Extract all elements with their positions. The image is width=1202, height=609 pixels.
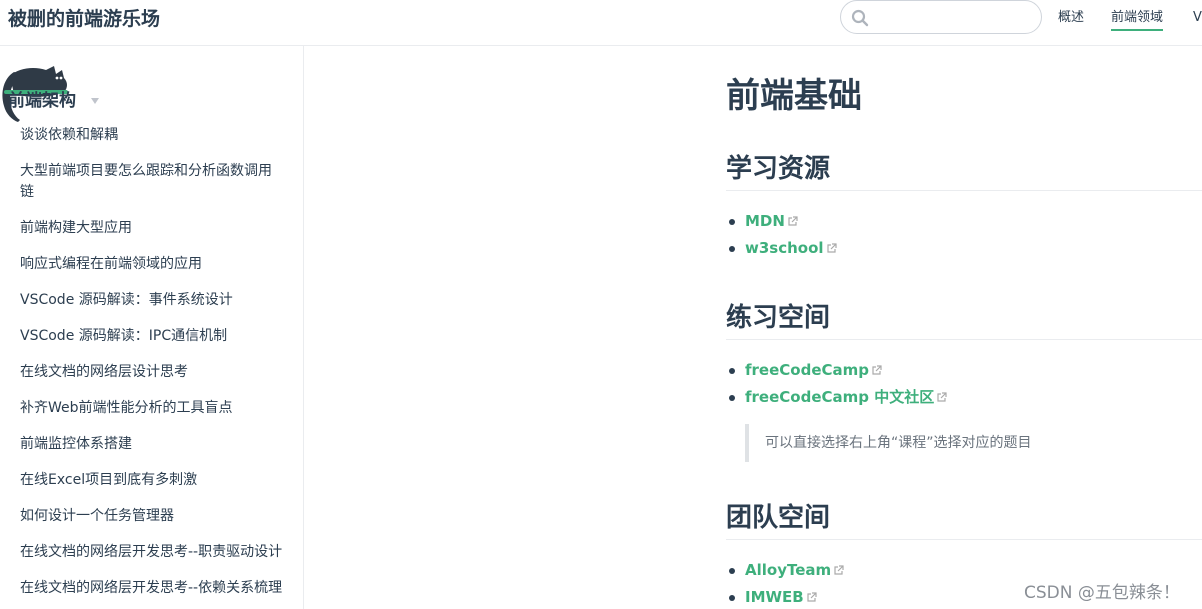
section-heading: 练习空间 xyxy=(726,301,1202,340)
sidebar-item[interactable]: 前端监控体系搭建 xyxy=(0,432,303,457)
sidebar-section-title[interactable]: 前端架构 xyxy=(8,90,76,112)
search-icon xyxy=(851,9,869,27)
tip-blockquote: 可以直接选择右上角“课程”选择对应的题目 xyxy=(745,424,1202,462)
sidebar-item[interactable]: 补齐Web前端性能分析的工具盲点 xyxy=(0,396,303,421)
external-link-icon xyxy=(788,216,798,226)
search-box[interactable] xyxy=(840,0,1042,34)
sidebar-list: 谈谈依赖和解耦 大型前端项目要怎么跟踪和分析函数调用链 前端构建大型应用 响应式… xyxy=(0,123,303,609)
sidebar-item[interactable]: 响应式编程在前端领域的应用 xyxy=(0,252,303,277)
navbar: 被删的前端游乐场 概述 前端领域 V xyxy=(0,0,1202,46)
sidebar-item[interactable]: 在线文档的网络层设计思考 xyxy=(0,360,303,385)
section-heading: 学习资源 xyxy=(726,152,1202,191)
nav-link-frontend-field[interactable]: 前端领域 xyxy=(1111,8,1164,31)
bullet xyxy=(729,219,735,225)
sidebar-item[interactable]: 谈谈依赖和解耦 xyxy=(0,123,303,148)
page-title: 前端基础 xyxy=(726,76,862,116)
bullet xyxy=(729,595,735,601)
sidebar-item[interactable]: 在线文档的网络层开发思考--依赖关系梳理 xyxy=(0,576,303,601)
external-link-icon xyxy=(872,365,882,375)
sidebar-item[interactable]: 大型前端项目要怎么跟踪和分析函数调用链 xyxy=(0,159,303,205)
external-link[interactable]: AlloyTeam xyxy=(745,561,831,579)
external-link[interactable]: w3school xyxy=(745,239,824,257)
sidebar-item[interactable]: 如何设计一个任务管理器 xyxy=(0,504,303,529)
sidebar-item[interactable]: VSCode 源码解读：IPC通信机制 xyxy=(0,324,303,349)
list-item: MDN xyxy=(726,208,1202,235)
sidebar-item[interactable]: 在线Excel项目到底有多刺激 xyxy=(0,468,303,493)
sidebar-item[interactable]: 前端构建大型应用 xyxy=(0,216,303,241)
bullet xyxy=(729,568,735,574)
list-item: w3school xyxy=(726,235,1202,262)
sidebar-item[interactable]: 在线文档的网络层开发思考--职责驱动设计 xyxy=(0,540,303,565)
external-link[interactable]: freeCodeCamp 中文社区 xyxy=(745,388,934,406)
sidebar: 前端架构 谈谈依赖和解耦 大型前端项目要怎么跟踪和分析函数调用链 前端构建大型应… xyxy=(0,46,304,609)
link-list: MDN w3school xyxy=(726,208,1202,262)
list-item: freeCodeCamp 中文社区 xyxy=(726,384,1202,411)
section-heading: 团队空间 xyxy=(726,501,1202,540)
nav-link-overview[interactable]: 概述 xyxy=(1058,8,1084,28)
site-title[interactable]: 被删的前端游乐场 xyxy=(8,6,160,32)
bullet xyxy=(729,368,735,374)
external-link-icon xyxy=(807,592,817,602)
csdn-watermark: CSDN @五包辣条！ xyxy=(1024,583,1180,603)
external-link-icon xyxy=(834,565,844,575)
external-link[interactable]: IMWEB xyxy=(745,588,804,606)
main-content: 前端基础 学习资源 MDN w3school 练习空间 freeCodeCamp… xyxy=(726,46,1202,609)
link-list: freeCodeCamp freeCodeCamp 中文社区 xyxy=(726,357,1202,411)
external-link[interactable]: MDN xyxy=(745,212,785,230)
external-link[interactable]: freeCodeCamp xyxy=(745,361,869,379)
external-link-icon xyxy=(937,392,947,402)
nav-link-v[interactable]: V xyxy=(1193,8,1202,28)
list-item: freeCodeCamp xyxy=(726,357,1202,384)
bullet xyxy=(729,246,735,252)
search-input[interactable] xyxy=(875,5,1035,29)
external-link-icon xyxy=(826,243,837,253)
chevron-down-icon[interactable] xyxy=(91,98,99,104)
sidebar-item[interactable]: VSCode 源码解读：事件系统设计 xyxy=(0,288,303,313)
bullet xyxy=(729,395,735,401)
